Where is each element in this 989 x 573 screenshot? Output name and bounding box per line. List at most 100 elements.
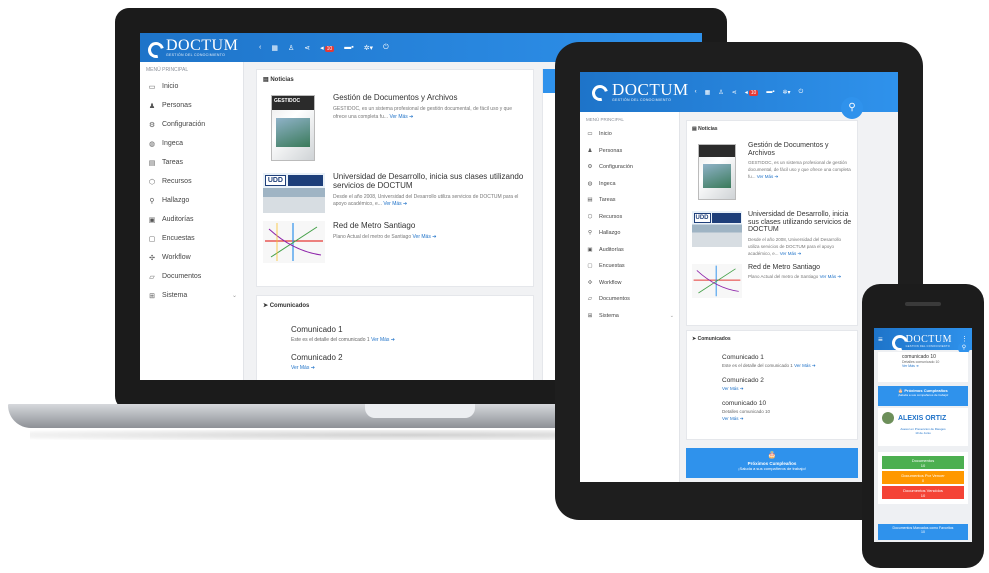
tile-count: 0 xyxy=(921,478,925,483)
udd-campus-image: UDD xyxy=(692,211,742,247)
sidebar-item-encuestas[interactable]: ▢ Encuestas xyxy=(580,258,679,275)
sidebar-item-sistema[interactable]: ⊞ Sistema ⌄ xyxy=(580,308,679,325)
sidebar-item-personas[interactable]: ♟ Personas xyxy=(580,143,679,160)
sidebar-item-label: Hallazgo xyxy=(162,197,190,204)
sidebar-item-encuestas[interactable]: ▢ Encuestas xyxy=(140,229,243,248)
person-name[interactable]: ALEXIS ORTIZ xyxy=(898,415,946,422)
megaphone-icon[interactable]: ◂ 10 xyxy=(320,44,335,52)
read-more-link[interactable]: Ver Más ➔ xyxy=(413,234,437,240)
gear-icon[interactable]: ✲▾ xyxy=(364,44,373,52)
sidebar-item-recursos[interactable]: ⬡ Recursos xyxy=(580,209,679,226)
read-more-link[interactable]: Ver Más ➔ xyxy=(291,365,315,371)
sidebar-item-inicio[interactable]: ▭ Inicio xyxy=(580,126,679,143)
megaphone-icon[interactable]: ◂ 10 xyxy=(745,89,759,96)
documents-expired-tile[interactable]: Documentos Vencidos 10 xyxy=(882,486,964,499)
comunicados-list: Comunicado 1 Este es el detalle del comu… xyxy=(263,325,527,371)
read-more-link[interactable]: Ver Más ➔ xyxy=(902,364,944,368)
news-item-title[interactable]: Red de Metro Santiago xyxy=(333,221,527,230)
sidebar-item-documentos[interactable]: ▱ Documentos xyxy=(580,291,679,308)
user-icon[interactable]: ♙ xyxy=(718,89,723,96)
tile-count: 10 xyxy=(920,493,926,498)
favorites-tile[interactable]: Documentos Marcados como Favoritos 10 xyxy=(878,524,968,540)
read-more-label: Ver Más xyxy=(383,201,402,208)
grid-icon[interactable]: ▦ xyxy=(705,89,711,96)
comunicado-title[interactable]: comunicado 10 xyxy=(722,400,852,407)
read-more-link[interactable]: Ver Más ➔ xyxy=(722,416,744,421)
sidebar-item-auditorias[interactable]: ▣ Auditorías xyxy=(580,242,679,259)
sidebar-item-ingeca[interactable]: ◍ Ingeca xyxy=(580,176,679,193)
documents-expiring-tile[interactable]: Documentos Por Vencer 0 xyxy=(882,471,964,484)
news-thumbnail[interactable] xyxy=(692,142,742,204)
news-thumbnail[interactable] xyxy=(692,264,742,305)
sidebar-item-tareas[interactable]: ▤ Tareas xyxy=(580,192,679,209)
read-more-label: Ver Más xyxy=(756,173,774,179)
news-body: Gestión de Documentos y Archivos GESTIDO… xyxy=(333,93,527,165)
news-card: ▤ Noticias GESTIDOC Gestión de Documento… xyxy=(256,69,534,287)
comunicado-title[interactable]: Comunicado 2 xyxy=(722,377,852,384)
search-icon[interactable]: ⚲ xyxy=(841,97,863,119)
news-card-title: ▤ Noticias xyxy=(263,76,527,83)
power-icon[interactable]: ⏻ xyxy=(383,44,389,52)
user-icon[interactable]: ♙ xyxy=(288,44,294,52)
power-icon[interactable]: ⏻ xyxy=(799,89,804,96)
read-more-link[interactable]: Ver Más ➔ xyxy=(757,174,779,179)
news-thumbnail[interactable]: GESTIDOC xyxy=(263,93,325,165)
chevron-left-icon[interactable]: ‹ xyxy=(695,89,697,95)
sidebar-item-documentos[interactable]: ▱ Documentos xyxy=(140,267,243,286)
sidebar-item-tareas[interactable]: ▤ Tareas xyxy=(140,153,243,172)
brand-name: DOCTUM xyxy=(612,80,689,100)
hamburger-menu-icon[interactable]: ≡ xyxy=(878,335,883,344)
news-item-title[interactable]: Universidad de Desarrollo, inicia sus cl… xyxy=(333,172,527,191)
documents-tile[interactable]: Documentos 10 xyxy=(882,456,964,469)
news-body: Universidad de Desarrollo, inicia sus cl… xyxy=(333,172,527,213)
news-item-title[interactable]: Gestión de Documentos y Archivos xyxy=(748,142,852,157)
sidebar-item-hallazgo[interactable]: ⚲ Hallazgo xyxy=(140,191,243,210)
share-icon[interactable]: ⋖ xyxy=(732,89,737,96)
gestidoc-box-label: GESTIDOC xyxy=(274,98,301,104)
sidebar-item-auditorias[interactable]: ▣ Auditorías xyxy=(140,210,243,229)
sidebar-item-workflow[interactable]: ✣ Workflow xyxy=(140,248,243,267)
comunicado-title[interactable]: Comunicado 2 xyxy=(291,353,527,362)
news-item-title[interactable]: Universidad de Desarrollo, inicia sus cl… xyxy=(748,211,852,234)
sidebar-item-sistema[interactable]: ⊞ Sistema ⌄ xyxy=(140,286,243,305)
read-more-link[interactable]: Ver Más ➔ xyxy=(820,274,842,279)
chevron-left-icon[interactable]: ‹ xyxy=(259,44,261,51)
sidebar-item-workflow[interactable]: ✣ Workflow xyxy=(580,275,679,292)
logo[interactable]: DOCTUM GESTIÓN DEL CONOCIMIENTO xyxy=(592,81,689,103)
menu-list: ▭ Inicio ♟ Personas ⚙ Configuración ◍ Ingeca… xyxy=(580,126,679,324)
mail-icon[interactable]: ▬▪ xyxy=(766,89,774,95)
news-item-title[interactable]: Red de Metro Santiago xyxy=(748,264,852,271)
news-body: Red de Metro Santiago Plano Actual del m… xyxy=(333,221,527,263)
read-more-link[interactable]: Ver Más ➔ xyxy=(383,201,407,207)
share-icon[interactable]: ⋖ xyxy=(304,44,310,52)
comunicado-title[interactable]: Comunicado 1 xyxy=(291,325,527,334)
news-thumbnail[interactable]: UDD xyxy=(263,173,325,213)
gear-icon[interactable]: ✲▾ xyxy=(782,89,790,96)
avatar[interactable] xyxy=(882,412,894,424)
news-thumbnail[interactable]: UDD xyxy=(692,211,742,247)
sidebar-item-inicio[interactable]: ▭ Inicio xyxy=(140,77,243,96)
grid-icon[interactable]: ▦ xyxy=(271,44,278,52)
sidebar-item-hallazgo[interactable]: ⚲ Hallazgo xyxy=(580,225,679,242)
logo[interactable]: DOCTUM GESTIÓN DEL CONOCIMIENTO xyxy=(148,37,248,58)
read-more-link[interactable]: Ver Más ➔ xyxy=(389,114,413,120)
sidebar-item-configuracion[interactable]: ⚙ Configuración xyxy=(580,159,679,176)
logo-icon xyxy=(148,40,164,56)
news-item-title[interactable]: Gestión de Documentos y Archivos xyxy=(333,93,527,102)
udd-logo: UDD xyxy=(264,175,286,187)
read-more-link[interactable]: Ver Más ➔ xyxy=(780,251,802,256)
read-more-link[interactable]: Ver Más ➔ xyxy=(371,337,395,343)
sidebar-item-configuracion[interactable]: ⚙ Configuración xyxy=(140,115,243,134)
logo[interactable]: DOCTUM GESTIÓN DEL CONOCIMIENTO xyxy=(892,330,952,349)
read-more-link[interactable]: Ver Más ➔ xyxy=(722,386,744,391)
tasks-icon: ▤ xyxy=(148,159,156,167)
news-thumbnail[interactable] xyxy=(263,221,325,263)
sidebar-item-ingeca[interactable]: ◍ Ingeca xyxy=(140,134,243,153)
read-more-link[interactable]: Ver Más ➔ xyxy=(794,363,816,368)
sidebar-item-personas[interactable]: ♟ Personas xyxy=(140,96,243,115)
comunicado-title[interactable]: Comunicado 1 xyxy=(722,354,852,361)
mail-icon[interactable]: ▬▪ xyxy=(344,44,353,51)
users-icon: ♟ xyxy=(587,147,593,154)
sidebar-item-recursos[interactable]: ⬡ Recursos xyxy=(140,172,243,191)
birthdays-subtitle: ¡Saluda a sus compañeros de trabajo! xyxy=(897,393,949,397)
